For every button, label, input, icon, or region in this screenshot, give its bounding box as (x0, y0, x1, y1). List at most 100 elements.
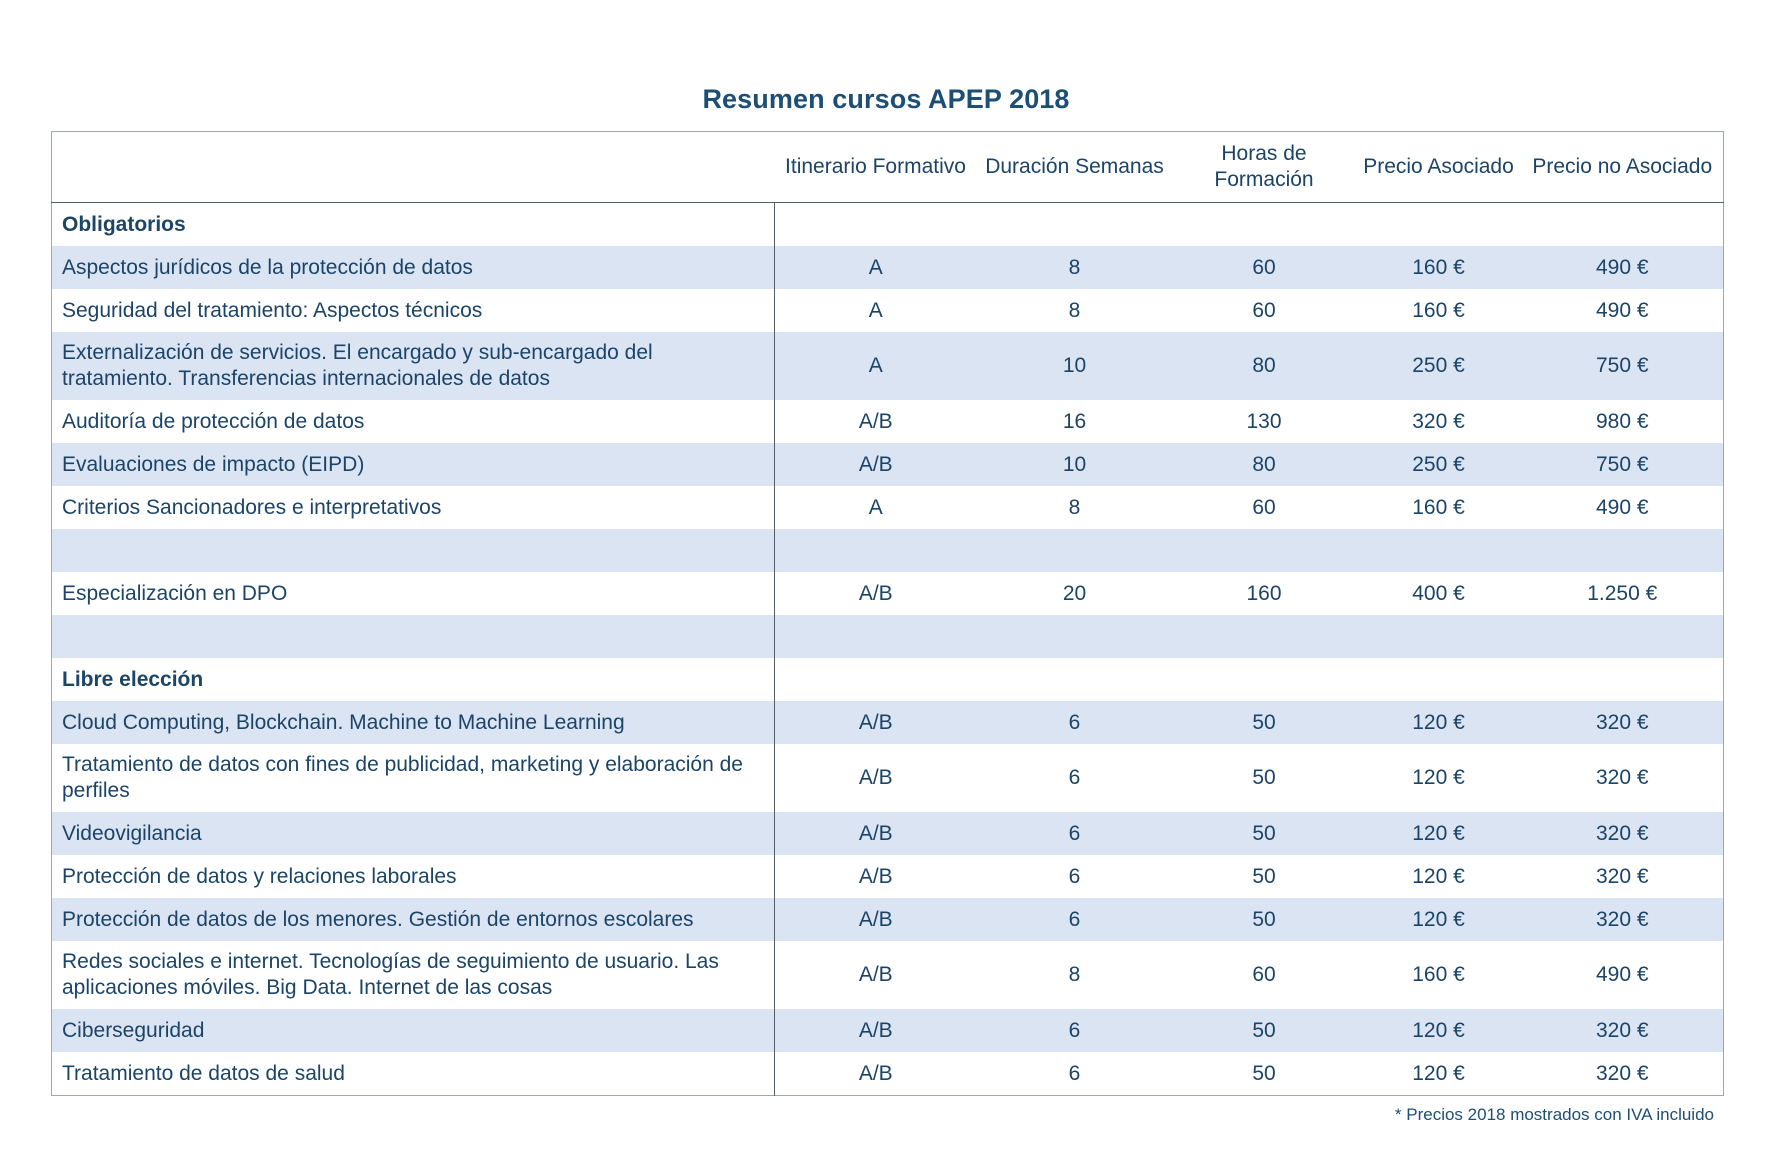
table-row: Seguridad del tratamiento: Aspectos técn… (51, 289, 1724, 332)
course-name: Evaluaciones de impacto (EIPD) (51, 443, 775, 486)
courses-table: Itinerario Formativo Duración Semanas Ho… (51, 131, 1724, 1096)
cell-precio-asociado: 320 € (1412, 409, 1465, 433)
cell-precio-no-asociado: 490 € (1595, 495, 1649, 519)
cell-itinerario: A/B (774, 898, 977, 941)
cell-itinerario: A/B (858, 766, 893, 789)
cell-horas: 130 (1246, 409, 1282, 433)
cell-itinerario: A/B (858, 409, 893, 433)
course-name: Tratamiento de datos de salud (51, 1052, 775, 1096)
table-row: Especialización en DPO A/B 20 160 400 € … (51, 572, 1724, 615)
cell-precio-no-asociado: 320 € (1521, 701, 1724, 744)
cell-duracion: 6 (976, 701, 1173, 744)
cell-horas: 60 (1172, 246, 1356, 289)
cell-horas: 50 (1252, 766, 1276, 789)
spacer-row (51, 615, 1724, 658)
course-name: Seguridad del tratamiento: Aspectos técn… (51, 289, 775, 332)
table-row: Redes sociales e internet. Tecnologías d… (51, 941, 1724, 1009)
cell-duracion: 6 (1068, 864, 1081, 888)
table-row: Evaluaciones de impacto (EIPD) A/B 10 80… (51, 443, 1724, 486)
cell-duracion: 10 (976, 332, 1173, 400)
cell-duracion: 8 (1068, 495, 1081, 519)
cell-precio-no-asociado: 490 € (1521, 246, 1724, 289)
table-row: Auditoría de protección de datos A/B 16 … (51, 400, 1724, 443)
course-name: Ciberseguridad (51, 1009, 775, 1052)
cell-precio-no-asociado: 320 € (1521, 1009, 1724, 1052)
cell-precio-asociado: 250 € (1355, 443, 1522, 486)
course-name: Criterios Sancionadores e interpretativo… (51, 486, 775, 529)
cell-precio-no-asociado: 490 € (1595, 298, 1649, 322)
cell-horas: 50 (1172, 812, 1356, 855)
cell-precio-no-asociado: 1.250 € (1587, 581, 1658, 605)
header-duracion: Duración Semanas (976, 131, 1173, 203)
cell-itinerario: A (774, 246, 977, 289)
cell-horas: 50 (1172, 701, 1356, 744)
cell-itinerario: A (774, 332, 977, 400)
course-name: Externalización de servicios. El encarga… (51, 332, 775, 400)
cell-precio-asociado: 120 € (1355, 701, 1522, 744)
cell-precio-asociado: 120 € (1412, 766, 1465, 789)
cell-precio-no-asociado: 320 € (1595, 766, 1649, 789)
cell-itinerario: A/B (858, 963, 893, 986)
table-row: Externalización de servicios. El encarga… (51, 332, 1724, 400)
section-row-obligatorios: Obligatorios (51, 202, 1724, 246)
header-horas: Horas de Formación (1172, 131, 1356, 203)
cell-precio-asociado: 160 € (1412, 963, 1465, 986)
course-name: Aspectos jurídicos de la protección de d… (51, 246, 775, 289)
table-row: Cloud Computing, Blockchain. Machine to … (51, 701, 1724, 744)
cell-horas: 50 (1172, 898, 1356, 941)
header-precio-no-asociado: Precio no Asociado (1521, 131, 1724, 203)
cell-precio-no-asociado: 490 € (1595, 963, 1649, 986)
table-header-row: Itinerario Formativo Duración Semanas Ho… (51, 131, 1724, 203)
cell-horas: 50 (1252, 1061, 1276, 1085)
cell-duracion: 6 (1068, 1061, 1081, 1085)
cell-horas: 60 (1252, 298, 1276, 322)
cell-horas: 80 (1172, 332, 1356, 400)
table-row: Tratamiento de datos de salud A/B 6 50 1… (51, 1052, 1724, 1096)
cell-horas: 80 (1172, 443, 1356, 486)
table-row: Tratamiento de datos con fines de public… (51, 744, 1724, 812)
course-name: Protección de datos y relaciones laboral… (51, 855, 775, 898)
course-name: Cloud Computing, Blockchain. Machine to … (51, 701, 775, 744)
cell-duracion: 8 (1068, 298, 1081, 322)
cell-precio-asociado: 250 € (1355, 332, 1522, 400)
cell-precio-no-asociado: 750 € (1521, 332, 1724, 400)
cell-itinerario: A/B (774, 1009, 977, 1052)
cell-duracion: 6 (1068, 766, 1081, 789)
cell-precio-asociado: 160 € (1355, 246, 1522, 289)
header-itinerario: Itinerario Formativo (774, 131, 977, 203)
cell-horas: 160 (1246, 581, 1282, 605)
cell-duracion: 8 (976, 246, 1173, 289)
cell-itinerario: A (868, 298, 883, 322)
cell-precio-asociado: 120 € (1412, 864, 1465, 888)
cell-horas: 60 (1252, 963, 1276, 986)
table-row: Protección de datos y relaciones laboral… (51, 855, 1724, 898)
cell-precio-no-asociado: 320 € (1521, 812, 1724, 855)
table-row: Aspectos jurídicos de la protección de d… (51, 246, 1724, 289)
course-name: Protección de datos de los menores. Gest… (51, 898, 775, 941)
cell-precio-no-asociado: 320 € (1595, 1061, 1649, 1085)
cell-itinerario: A/B (774, 701, 977, 744)
cell-itinerario: A/B (858, 1061, 893, 1085)
cell-duracion: 6 (976, 1009, 1173, 1052)
cell-itinerario: A/B (858, 864, 893, 888)
cell-itinerario: A/B (774, 812, 977, 855)
cell-precio-no-asociado: 320 € (1595, 864, 1649, 888)
table-row: Criterios Sancionadores e interpretativo… (51, 486, 1724, 529)
cell-itinerario: A/B (858, 581, 893, 605)
cell-precio-asociado: 160 € (1412, 495, 1465, 519)
course-name: Videovigilancia (51, 812, 775, 855)
cell-horas: 50 (1172, 1009, 1356, 1052)
cell-duracion: 16 (1062, 409, 1087, 433)
spacer-row (51, 529, 1724, 572)
cell-precio-no-asociado: 750 € (1521, 443, 1724, 486)
cell-itinerario: A (868, 495, 883, 519)
cell-horas: 50 (1252, 864, 1276, 888)
table-row: Protección de datos de los menores. Gest… (51, 898, 1724, 941)
course-name: Especialización en DPO (51, 572, 775, 615)
header-precio-asociado: Precio Asociado (1355, 131, 1522, 203)
cell-precio-asociado: 400 € (1412, 581, 1465, 605)
section-row-libre: Libre elección (51, 658, 1724, 701)
cell-duracion: 20 (1062, 581, 1087, 605)
cell-duracion: 8 (1068, 963, 1081, 986)
section-label: Libre elección (51, 658, 775, 701)
